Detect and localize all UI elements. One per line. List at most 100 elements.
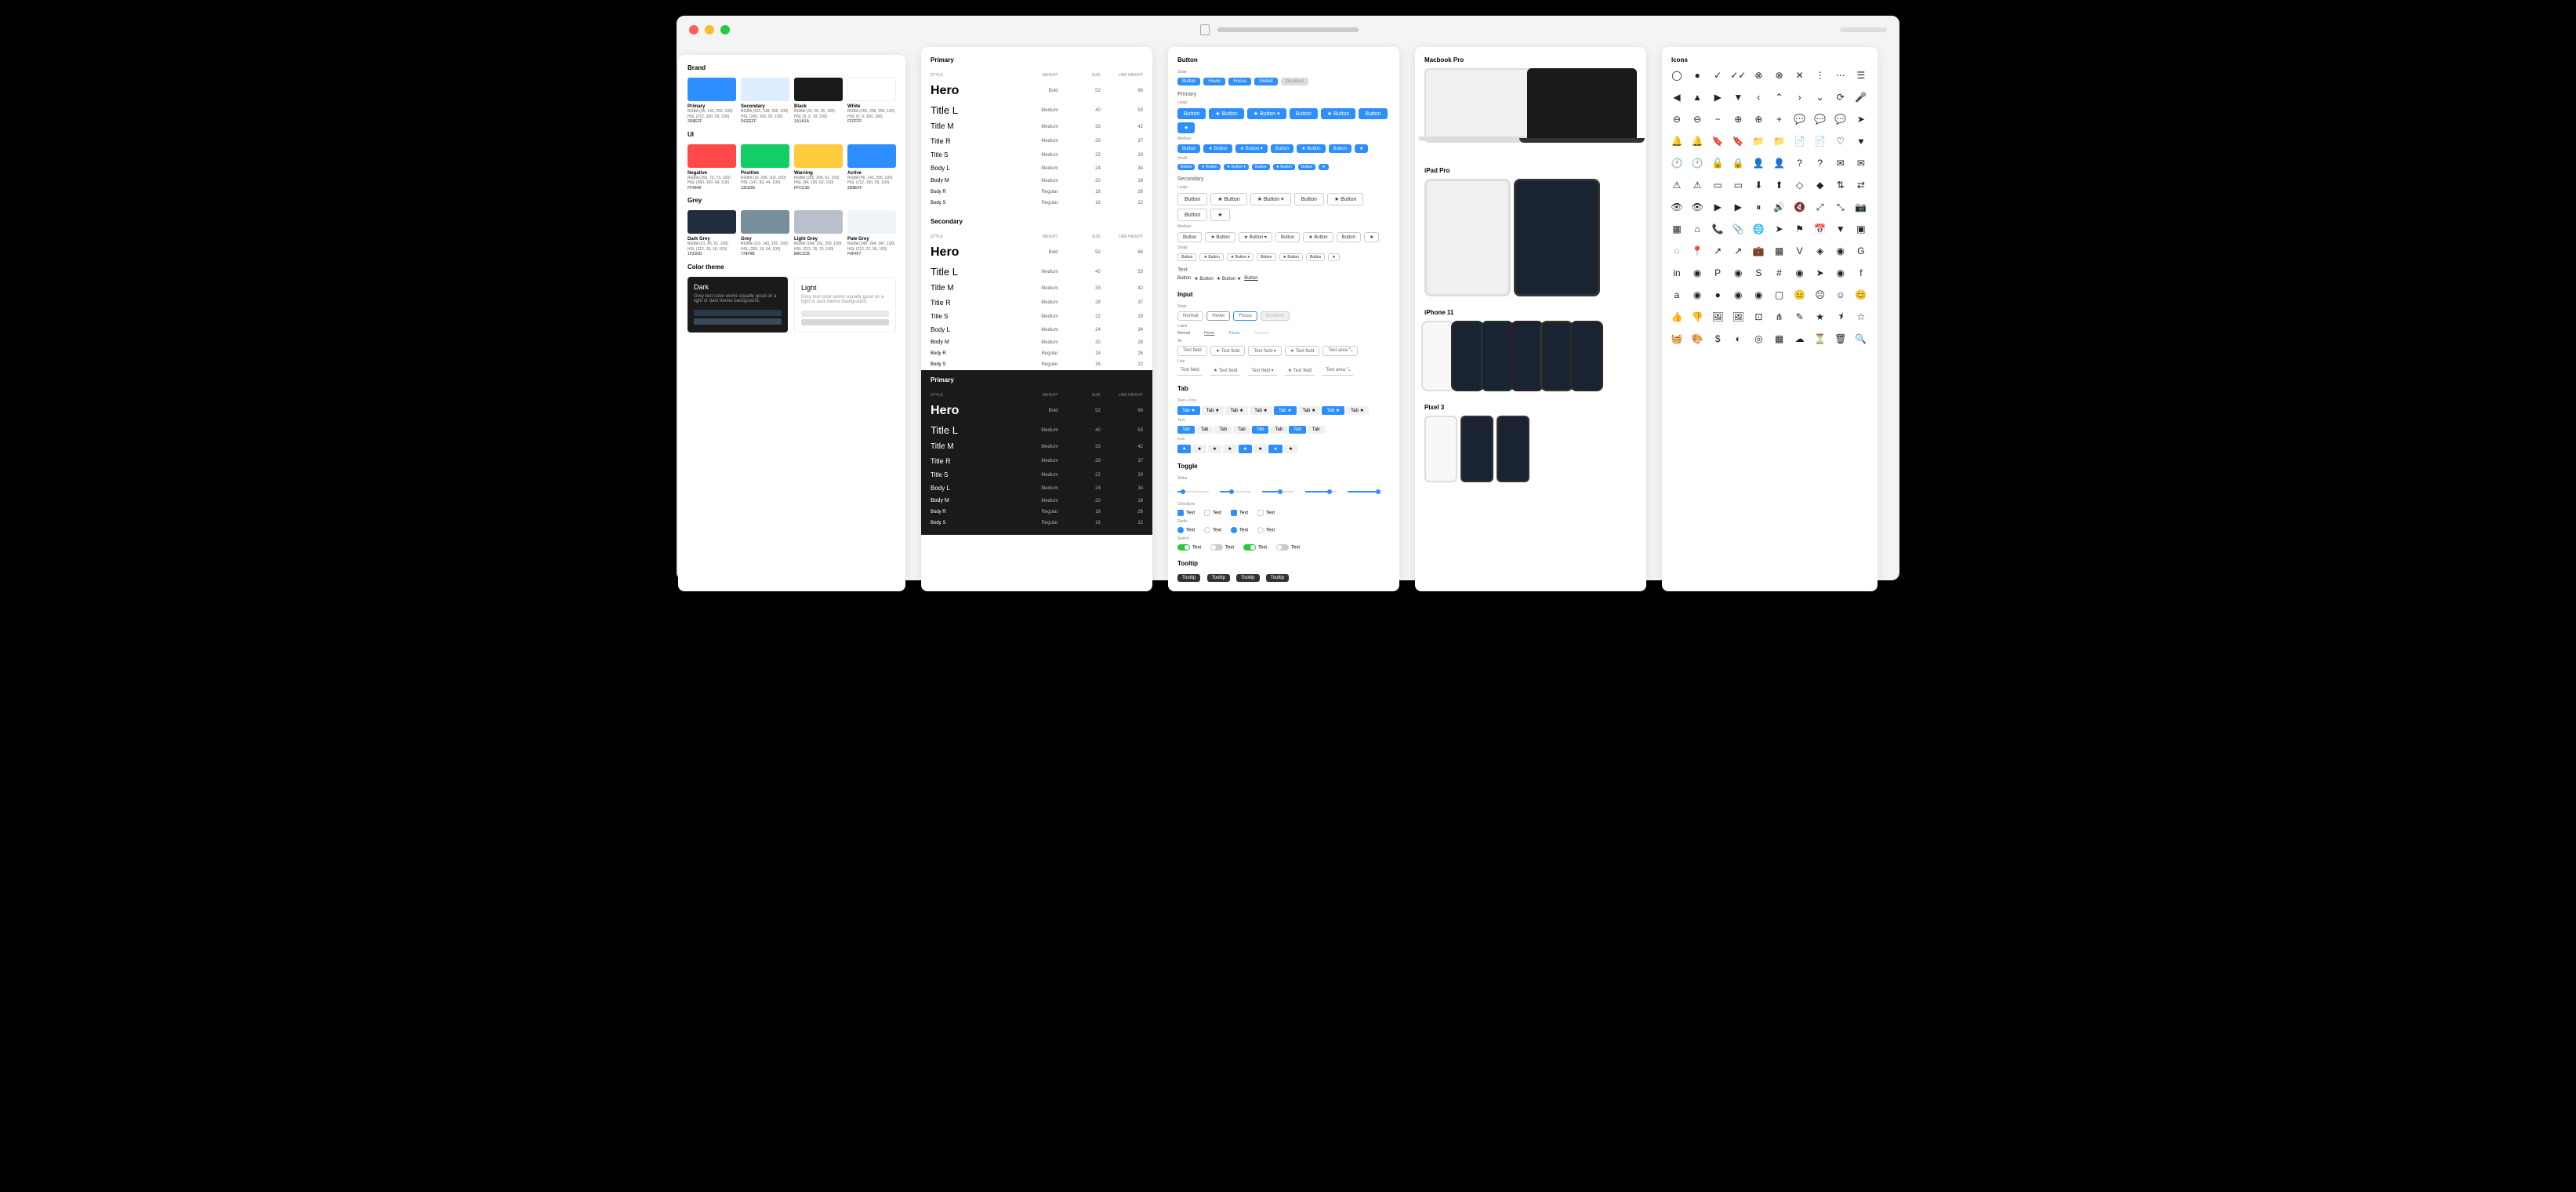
- clock-outline-icon[interactable]: 🕐: [1671, 158, 1682, 169]
- button[interactable]: Button: [1177, 193, 1207, 205]
- tag-icon[interactable]: ◆: [1815, 180, 1826, 191]
- maximize-window-icon[interactable]: [720, 25, 730, 35]
- button-icon[interactable]: ★ Button: [1279, 253, 1303, 261]
- button[interactable]: Button: [1257, 253, 1275, 261]
- share-alt-icon[interactable]: ⋔: [1774, 311, 1785, 322]
- button-square[interactable]: ★: [1319, 164, 1328, 170]
- phone-icon[interactable]: 📞: [1712, 224, 1723, 234]
- pin-icon[interactable]: 📍: [1692, 245, 1703, 256]
- heart-outline-icon[interactable]: ♡: [1835, 136, 1846, 147]
- bell-outline-icon[interactable]: 🔔: [1671, 136, 1682, 147]
- chat-outline-icon[interactable]: 💬: [1794, 114, 1805, 125]
- button-icon[interactable]: ★ Button: [1210, 193, 1246, 205]
- star-icon[interactable]: ★: [1815, 311, 1826, 322]
- arrow-down-icon[interactable]: ▼: [1732, 92, 1743, 103]
- button-icon[interactable]: ★ Button: [1273, 164, 1295, 170]
- textfield[interactable]: Text field: [1177, 346, 1207, 356]
- button-dropdown[interactable]: ★ Button ▾: [1235, 144, 1268, 153]
- trash-icon[interactable]: 🗑: [1835, 333, 1846, 344]
- arrow-up-icon[interactable]: ▲: [1692, 92, 1703, 103]
- chat-icon[interactable]: 💬: [1815, 114, 1826, 125]
- slider[interactable]: [1305, 491, 1337, 492]
- emoji-smile-icon[interactable]: 😊: [1856, 289, 1867, 300]
- volume-off-icon[interactable]: 🔇: [1794, 202, 1805, 213]
- button-square[interactable]: ★: [1355, 144, 1368, 153]
- play-circle-icon[interactable]: ▶: [1712, 202, 1723, 213]
- play-icon[interactable]: ▶: [1732, 202, 1743, 213]
- camera-icon[interactable]: 📷: [1856, 202, 1867, 213]
- pinterest-icon[interactable]: P: [1712, 267, 1723, 278]
- swatch-dark-grey[interactable]: Dark Grey RGBA (31, 45, 61, 100) HSL (21…: [688, 210, 736, 257]
- button[interactable]: Button: [1177, 108, 1206, 119]
- button[interactable]: Button: [1337, 232, 1361, 242]
- button-square[interactable]: ★: [1328, 253, 1339, 261]
- contrast-icon[interactable]: ◐: [1732, 333, 1743, 344]
- dribbble-icon[interactable]: ◉: [1732, 289, 1743, 300]
- button[interactable]: Button: [1298, 164, 1315, 170]
- filter-icon[interactable]: ▼: [1835, 224, 1846, 234]
- close-circle-icon[interactable]: ⊗: [1774, 70, 1785, 81]
- button[interactable]: Button: [1359, 108, 1387, 119]
- vimeo-icon[interactable]: V: [1794, 245, 1805, 256]
- swatch-white[interactable]: White RGBA (255, 255, 255, 100) HSL (0, …: [847, 78, 896, 125]
- google-icon[interactable]: G: [1856, 245, 1867, 256]
- button[interactable]: Button: [1252, 164, 1269, 170]
- button-square[interactable]: ★: [1177, 122, 1195, 133]
- image-outline-icon[interactable]: 🖼: [1712, 311, 1723, 322]
- github-icon[interactable]: ◉: [1835, 245, 1846, 256]
- switch-on[interactable]: [1243, 544, 1256, 551]
- eye-icon[interactable]: 👁: [1671, 202, 1682, 213]
- button[interactable]: Button: [1177, 232, 1202, 242]
- help-icon[interactable]: ?: [1815, 158, 1826, 169]
- arrow-right-icon[interactable]: ▶: [1712, 92, 1723, 103]
- emoji-neutral-icon[interactable]: 😐: [1794, 289, 1805, 300]
- slider[interactable]: [1220, 491, 1251, 492]
- button[interactable]: Button: [1290, 108, 1318, 119]
- lock-outline-icon[interactable]: 🔓: [1712, 158, 1723, 169]
- minimize-window-icon[interactable]: [705, 25, 714, 35]
- edit-icon[interactable]: ✎: [1794, 311, 1805, 322]
- telegram-icon[interactable]: ➤: [1815, 267, 1826, 278]
- plus-circle-outline-icon[interactable]: ⊕: [1732, 114, 1743, 125]
- input-focus[interactable]: Focus: [1233, 311, 1257, 321]
- button-state-focus[interactable]: Focus: [1228, 78, 1250, 85]
- button-dropdown[interactable]: ★ Button ▾: [1227, 253, 1254, 261]
- date-icon[interactable]: ▦: [1774, 245, 1785, 256]
- tag-outline-icon[interactable]: ◇: [1794, 180, 1805, 191]
- button-dropdown[interactable]: ★ Button ▾: [1250, 193, 1291, 205]
- rss-icon[interactable]: ◉: [1732, 267, 1743, 278]
- spotify-icon[interactable]: ◉: [1794, 267, 1805, 278]
- calendar-icon[interactable]: 📅: [1815, 224, 1826, 234]
- video-outline-icon[interactable]: ▭: [1712, 180, 1723, 191]
- bookmark-icon[interactable]: 🔖: [1732, 136, 1743, 147]
- collapse-icon[interactable]: ⤡: [1835, 202, 1846, 213]
- swatch-pale-grey[interactable]: Pale Grey RGBA (240, 244, 247, 100) HSL …: [847, 210, 896, 257]
- switch-off[interactable]: [1210, 544, 1223, 551]
- globe-icon[interactable]: 🌐: [1753, 224, 1764, 234]
- instagram-icon[interactable]: ◉: [1753, 289, 1764, 300]
- crop-icon[interactable]: ⊡: [1753, 311, 1764, 322]
- slack-icon[interactable]: #: [1774, 267, 1785, 278]
- radio-unchecked[interactable]: [1204, 527, 1210, 533]
- text-button[interactable]: Button: [1177, 276, 1191, 282]
- dropbox-icon[interactable]: ◈: [1815, 245, 1826, 256]
- button-state-visited[interactable]: Visited: [1254, 78, 1278, 85]
- button[interactable]: Button: [1329, 144, 1351, 153]
- minus-icon[interactable]: −: [1712, 114, 1723, 125]
- loading-icon[interactable]: ◌: [1671, 245, 1682, 256]
- mail-outline-icon[interactable]: ✉: [1835, 158, 1846, 169]
- button[interactable]: Button: [1177, 209, 1207, 221]
- arrow-left-icon[interactable]: ◀: [1671, 92, 1682, 103]
- swatch-positive[interactable]: Positive RGBA (19, 206, 102, 100) HSL (1…: [741, 144, 789, 191]
- minus-circle-outline-icon[interactable]: ⊖: [1671, 114, 1682, 125]
- search-icon[interactable]: 🔍: [1856, 333, 1867, 344]
- chat-alt-icon[interactable]: 💬: [1835, 114, 1846, 125]
- button-icon[interactable]: ★ Button: [1209, 108, 1243, 119]
- button-icon[interactable]: ★ Button: [1199, 253, 1223, 261]
- text-button-underline[interactable]: Button: [1244, 276, 1257, 282]
- swatch-negative[interactable]: Negative RGBA (255, 73, 73, 100) HSL (36…: [688, 144, 736, 191]
- textarea[interactable]: Text area ⤡: [1322, 346, 1358, 356]
- dots-vertical-icon[interactable]: ⋮: [1815, 70, 1826, 81]
- warning-icon[interactable]: ⚠: [1692, 180, 1703, 191]
- basket-icon[interactable]: 🧺: [1671, 333, 1682, 344]
